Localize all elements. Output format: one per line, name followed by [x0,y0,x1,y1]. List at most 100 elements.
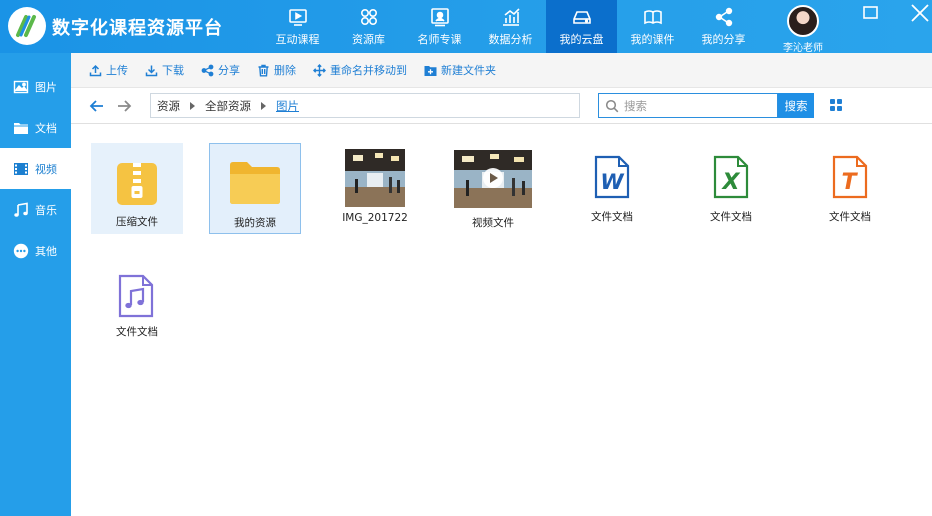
file-name: 视频文件 [472,217,514,229]
nav-teacher-course[interactable]: 名师专课 [404,0,475,53]
sidebar-item-label: 音乐 [35,203,57,217]
chevron-right-icon [261,101,266,110]
share-icon [715,7,732,27]
upload-button[interactable]: 上传 [89,62,128,78]
nav-label: 我的分享 [701,33,746,46]
file-name: 我的资源 [234,217,276,229]
file-item[interactable]: IMG_201722 [329,143,421,234]
sidebar: 图片 文档 视频 音乐 其他 [0,53,71,516]
resource-grid-icon [360,8,377,26]
title-bar: 数字化课程资源平台 互动课程 资源库 名师专课 数据分析 我的云盘 我的课件 我… [0,0,932,54]
address-bar: 资源 全部资源 图片 搜索 [71,88,932,124]
delete-button[interactable]: 删除 [257,62,296,78]
file-item[interactable]: X 文件文档 [685,143,777,234]
app-logo [8,7,46,45]
nav-resource-library[interactable]: 资源库 [333,0,404,53]
zip-icon [117,163,157,205]
sidebar-item-label: 图片 [35,80,57,94]
user-profile[interactable]: 李沁老师 [779,3,827,54]
file-item[interactable]: 文件文档 [91,268,183,359]
nav-my-courseware[interactable]: 我的课件 [617,0,688,53]
nav-interactive-course[interactable]: 互动课程 [262,0,333,53]
avatar[interactable] [787,5,819,37]
nav-label: 数据分析 [488,33,533,46]
file-name: 文件文档 [829,211,871,223]
sidebar-item-images[interactable]: 图片 [0,66,71,107]
grid-view-icon[interactable] [830,99,842,111]
file-grid: 压缩文件 我的资源 IMG_201722 视频文件 W 文件文档 X 文件文档 … [71,125,932,516]
sidebar-item-music[interactable]: 音乐 [0,189,71,230]
nav-label: 名师专课 [417,33,462,46]
text-icon: T [832,155,868,199]
teacher-board-icon [430,8,449,27]
sidebar-item-label: 视频 [35,162,57,176]
svg-text:T: T [841,170,858,195]
trash-icon [258,64,269,76]
file-item[interactable]: W 文件文档 [566,143,658,234]
search-icon [605,99,619,112]
svg-text:X: X [721,170,741,195]
photo-thumbnail [345,149,405,207]
film-icon [14,162,28,175]
download-button[interactable]: 下载 [145,62,184,78]
cloud-drive-icon [572,11,591,24]
sidebar-item-label: 文档 [35,121,57,135]
file-name: 文件文档 [591,211,633,223]
audio-file-icon [118,274,154,318]
svg-text:W: W [600,170,624,194]
rename-move-label: 重命名并移动到 [330,64,407,77]
breadcrumb-current[interactable]: 图片 [276,98,299,114]
excel-icon: X [713,155,749,199]
share-icon [201,64,214,76]
back-arrow-icon[interactable] [88,97,106,115]
breadcrumb-item[interactable]: 资源 [157,98,180,114]
file-name: IMG_201722 [342,212,408,224]
sidebar-item-video[interactable]: 视频 [0,148,71,189]
nav-label: 资源库 [352,33,385,46]
breadcrumb: 资源 全部资源 图片 [150,93,580,118]
download-icon [145,65,158,76]
file-item[interactable]: T 文件文档 [804,143,896,234]
play-screen-icon [288,9,307,26]
upload-icon [89,64,102,76]
file-item[interactable]: 视频文件 [447,143,539,234]
new-folder-label: 新建文件夹 [441,64,496,77]
sidebar-item-other[interactable]: 其他 [0,230,71,271]
nav-my-cloud[interactable]: 我的云盘 [546,0,617,53]
maximize-icon[interactable] [860,3,882,23]
video-thumbnail [454,150,532,208]
user-name: 李沁老师 [783,43,823,54]
file-item-selected[interactable]: 我的资源 [209,143,301,234]
share-button[interactable]: 分享 [201,62,240,78]
search-box [598,93,778,118]
forward-arrow-icon[interactable] [115,97,133,115]
folder-icon [14,122,28,134]
share-label: 分享 [218,64,240,77]
breadcrumb-item[interactable]: 全部资源 [205,98,251,114]
chart-icon [502,8,520,26]
file-name: 压缩文件 [116,216,158,228]
file-name: 文件文档 [710,211,752,223]
move-icon [313,63,326,77]
nav-label: 互动课程 [275,33,320,46]
nav-my-share[interactable]: 我的分享 [688,0,759,53]
book-icon [643,10,662,25]
sidebar-item-documents[interactable]: 文档 [0,107,71,148]
app-title: 数字化课程资源平台 [52,18,223,39]
sidebar-item-label: 其他 [35,244,57,258]
music-icon [14,202,28,217]
file-name: 文件文档 [116,326,158,338]
more-icon [13,243,29,258]
rename-move-button[interactable]: 重命名并移动到 [313,62,407,78]
nav-data-analysis[interactable]: 数据分析 [475,0,546,53]
delete-label: 删除 [274,64,296,77]
new-folder-button[interactable]: 新建文件夹 [424,62,496,78]
file-item[interactable]: 压缩文件 [91,143,183,234]
search-button[interactable]: 搜索 [778,93,814,118]
search-input[interactable] [624,98,769,113]
new-folder-icon [424,65,437,76]
word-icon: W [594,155,630,199]
file-toolbar: 上传 下载 分享 删除 重命名并移动到 新建文件夹 [71,53,932,88]
upload-label: 上传 [106,64,128,77]
close-icon[interactable] [909,3,931,23]
